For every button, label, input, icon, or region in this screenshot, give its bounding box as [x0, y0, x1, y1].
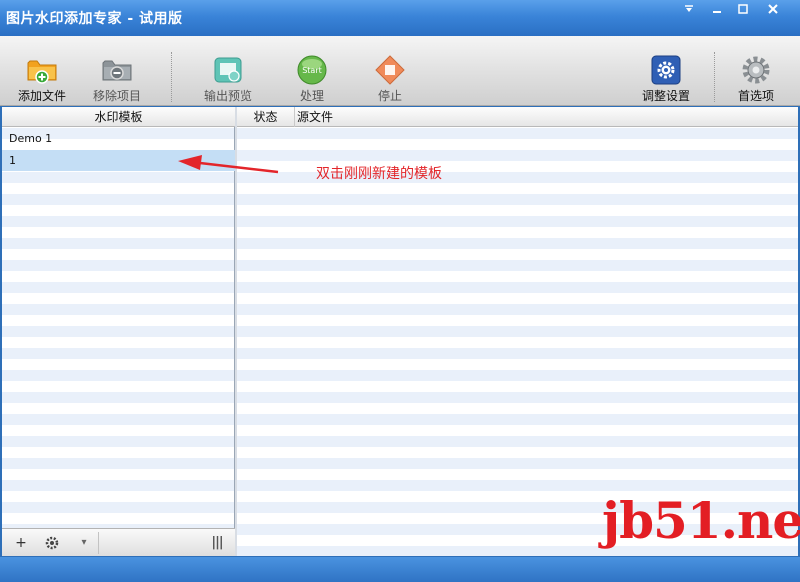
- status-bar: [0, 557, 800, 582]
- add-file-label: 添加文件: [17, 89, 66, 103]
- close-icon: [768, 4, 778, 14]
- window-title: 图片水印添加专家 - 试用版: [6, 11, 183, 27]
- stop-icon: [375, 55, 405, 85]
- template-list: Demo 1 1: [2, 128, 235, 528]
- annotation-text: 双击刚刚新建的模板: [316, 166, 442, 182]
- folder-remove-icon: [102, 60, 132, 81]
- site-watermark: jb51.net: [602, 491, 800, 550]
- add-file-button[interactable]: 添加文件: [7, 36, 77, 106]
- source-file-column-header[interactable]: 源文件: [297, 107, 417, 127]
- annotation-arrow-icon: [178, 155, 279, 174]
- template-item-demo1[interactable]: Demo 1: [2, 128, 235, 149]
- preferences-button[interactable]: 首选项: [721, 36, 791, 106]
- folder-add-icon: [27, 60, 57, 84]
- file-list-header: 状态 源文件: [237, 107, 798, 127]
- remove-item-label: 移除项目: [92, 89, 141, 103]
- template-toolbar: + ▾ |||: [2, 528, 235, 556]
- template-settings-dropdown[interactable]: ▾: [77, 533, 91, 553]
- minimize-icon: [713, 11, 721, 13]
- process-label: 处理: [299, 89, 324, 103]
- adjust-settings-button[interactable]: 调整设置: [631, 36, 701, 106]
- process-button[interactable]: Start 处理: [277, 36, 347, 106]
- toolbar: 添加文件 移除项目 输出预览 Start 处理 停止 调整设置 首选项: [0, 36, 800, 106]
- maximize-icon: [738, 4, 748, 14]
- remove-item-button[interactable]: 移除项目: [82, 36, 152, 106]
- toolbar-separator: [714, 52, 715, 102]
- start-icon: Start: [297, 55, 327, 85]
- adjust-settings-label: 调整设置: [641, 89, 690, 103]
- svg-text:Start: Start: [302, 66, 322, 75]
- stop-button[interactable]: 停止: [355, 36, 425, 106]
- status-column-header[interactable]: 状态: [237, 107, 295, 127]
- cog-icon: [742, 56, 770, 84]
- template-column-header: 水印模板: [2, 107, 235, 127]
- toolbar-separator: [171, 52, 172, 102]
- chevron-down-icon: [685, 5, 693, 12]
- close-button[interactable]: [762, 2, 784, 16]
- stop-label: 停止: [377, 89, 402, 103]
- gear-icon: [651, 55, 681, 85]
- panel-grip-handle[interactable]: |||: [204, 533, 230, 553]
- gear-icon: [45, 536, 59, 550]
- output-preview-button[interactable]: 输出预览: [193, 36, 263, 106]
- maximize-button[interactable]: [732, 2, 754, 16]
- preferences-label: 首选项: [737, 89, 774, 103]
- template-settings-button[interactable]: [42, 533, 62, 553]
- minimize-button[interactable]: [706, 2, 728, 16]
- preview-icon: [214, 57, 242, 83]
- title-bar: 图片水印添加专家 - 试用版: [0, 0, 800, 36]
- footer-divider: [98, 532, 99, 554]
- output-preview-label: 输出预览: [203, 89, 252, 103]
- window-menu-button[interactable]: [678, 2, 700, 16]
- add-template-button[interactable]: +: [12, 533, 30, 553]
